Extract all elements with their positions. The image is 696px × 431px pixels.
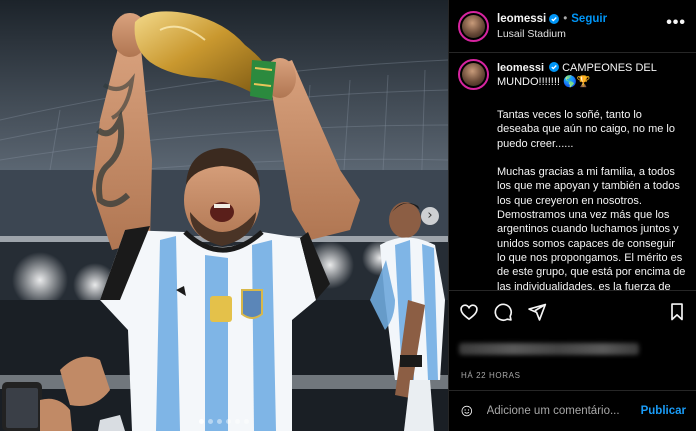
carousel-dot: [244, 419, 249, 424]
caption-username-link[interactable]: leomessi: [497, 62, 544, 74]
instagram-post: › leomessi • Seguir Lusail Stadium ••• l…: [0, 0, 696, 431]
username-link[interactable]: leomessi: [497, 13, 546, 25]
verified-badge-icon: [549, 62, 560, 72]
location-link[interactable]: Lusail Stadium: [497, 28, 666, 40]
comment-bar: Publicar: [449, 390, 696, 431]
more-options-button[interactable]: •••: [666, 15, 686, 34]
carousel-dot: [226, 419, 231, 424]
caption-heading: leomessi CAMPEONES DEL MUNDO!!!!!!! 🌎🏆: [497, 61, 686, 90]
carousel-dot: [208, 419, 213, 424]
caption-avatar[interactable]: [458, 59, 489, 90]
likes-blurred-text: [459, 343, 639, 355]
action-bar: [449, 290, 696, 332]
caption-scroll-area[interactable]: leomessi CAMPEONES DEL MUNDO!!!!!!! 🌎🏆 T…: [449, 53, 696, 290]
carousel-indicators: [0, 419, 448, 424]
avatar[interactable]: [458, 10, 489, 42]
comment-input[interactable]: [486, 405, 641, 417]
post-photo[interactable]: ›: [0, 0, 448, 431]
verified-badge-icon: [549, 13, 560, 24]
post-header: leomessi • Seguir Lusail Stadium •••: [449, 0, 696, 53]
bookmark-icon[interactable]: [668, 302, 686, 322]
publish-button[interactable]: Publicar: [641, 405, 686, 417]
paper-plane-icon[interactable]: [527, 302, 547, 322]
post-timestamp[interactable]: HÁ 22 HORAS: [449, 366, 696, 384]
carousel-dot: [199, 419, 204, 424]
smiley-icon[interactable]: [461, 402, 473, 420]
likes-summary[interactable]: [449, 332, 696, 366]
carousel-dot: [235, 419, 240, 424]
carousel-dot: [217, 419, 222, 424]
follow-button[interactable]: Seguir: [571, 13, 607, 25]
heart-icon[interactable]: [459, 302, 479, 322]
photo-illustration: [0, 0, 448, 431]
post-sidebar: leomessi • Seguir Lusail Stadium ••• leo…: [448, 0, 696, 431]
comment-bubble-icon[interactable]: [493, 302, 513, 322]
caption-text: Tantas veces lo soñé, tanto lo deseaba q…: [497, 109, 686, 290]
carousel-next-button[interactable]: ›: [421, 207, 439, 225]
